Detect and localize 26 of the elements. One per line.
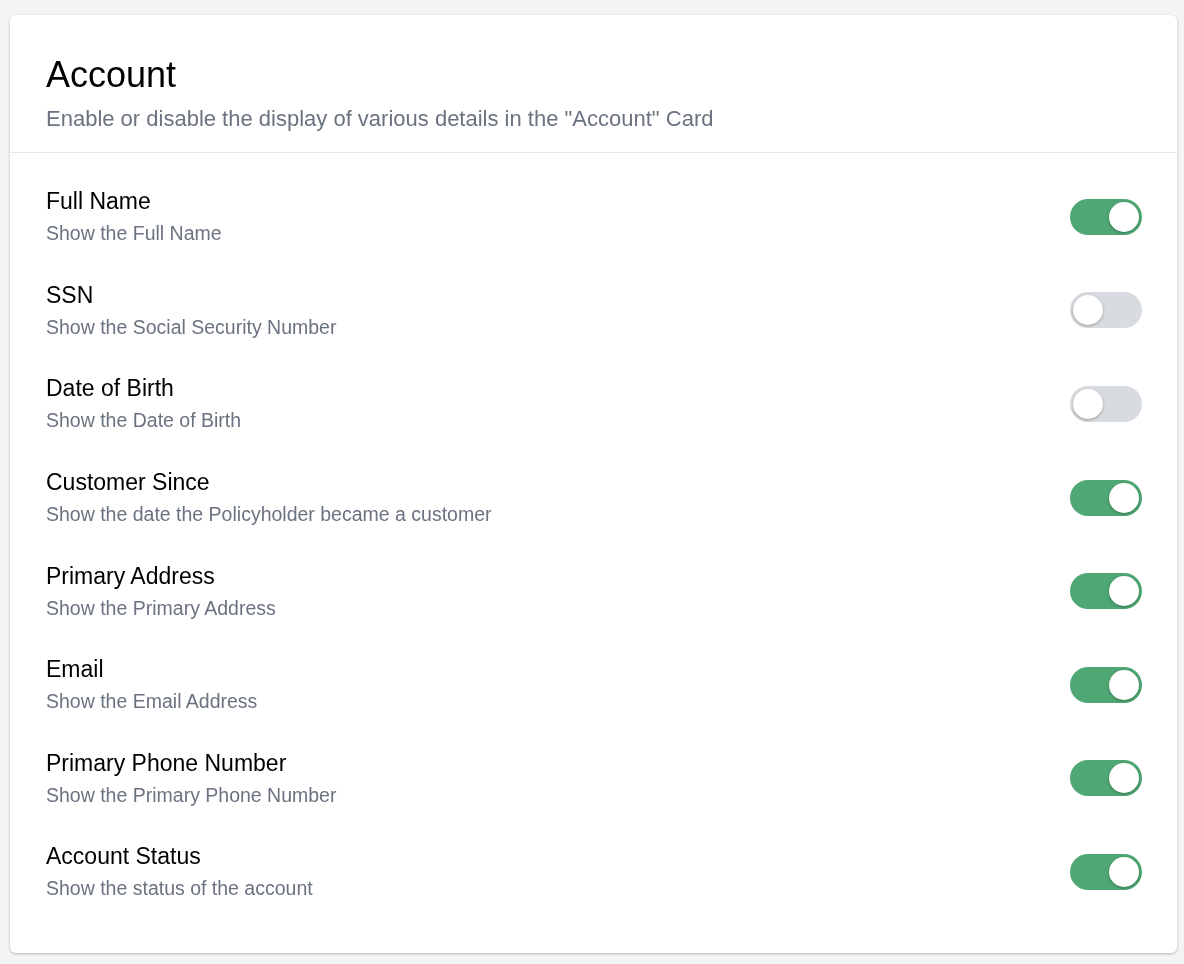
toggle-switch[interactable] (1070, 386, 1142, 422)
card-subtitle: Enable or disable the display of various details in the "Account" Card (46, 105, 715, 133)
toggle-switch[interactable] (1070, 666, 1142, 703)
setting-description: Show the Social Security Number (46, 314, 337, 340)
toggle-switch[interactable] (1070, 198, 1142, 235)
setting-label: Customer Since (46, 468, 211, 498)
toggle-switch[interactable] (1070, 853, 1142, 890)
setting-description: Show the status of the account (46, 876, 313, 902)
toggle-switch[interactable] (1070, 479, 1142, 516)
setting-description: Show the Primary Phone Number (46, 782, 337, 808)
setting-description: Show the Email Address (46, 689, 258, 715)
setting-description: Show the date the Policyholder became a customer (46, 502, 492, 528)
setting-description: Show the Date of Birth (46, 408, 242, 434)
toggle-switch[interactable] (1070, 760, 1142, 797)
setting-label: Account Status (46, 842, 202, 872)
setting-label: Primary Address (46, 561, 216, 591)
setting-label: SSN (46, 280, 95, 310)
setting-label: Date of Birth (46, 374, 175, 404)
setting-description: Show the Primary Address (46, 595, 276, 621)
toggle-switch[interactable] (1070, 573, 1142, 610)
setting-label: Email (46, 655, 105, 685)
card-title: Account (46, 53, 178, 97)
setting-label: Primary Phone Number (46, 748, 288, 778)
toggle-switch[interactable] (1070, 292, 1142, 329)
setting-description: Show the Full Name (46, 221, 222, 247)
setting-label: Full Name (46, 187, 152, 217)
